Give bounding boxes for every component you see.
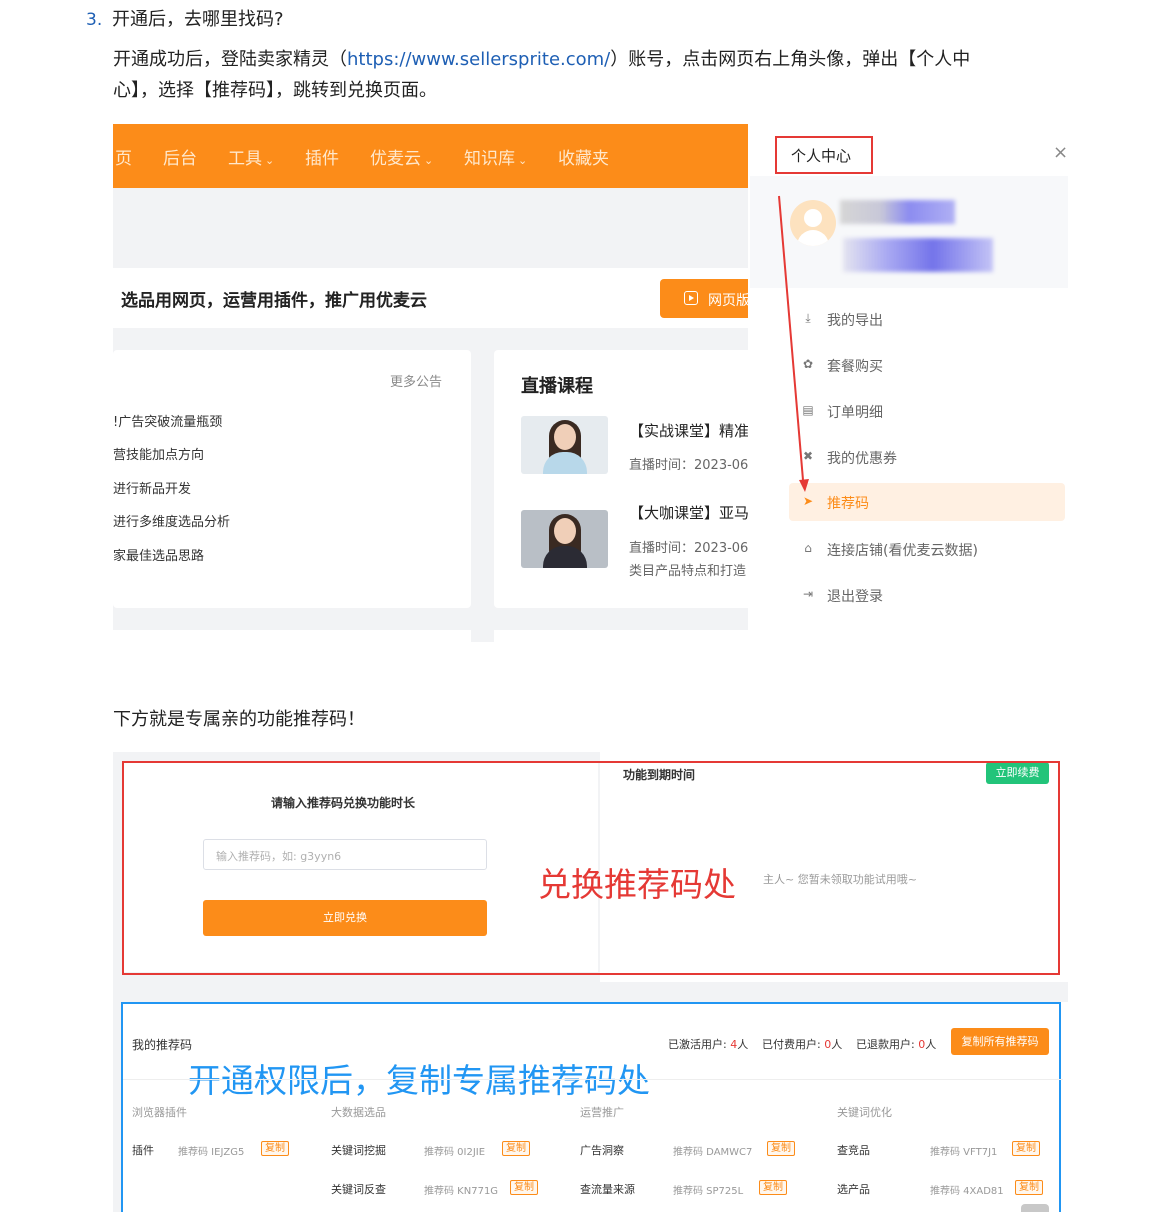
category-big-data: 大数据选品 (331, 1106, 386, 1119)
feature-name: 插件 (132, 1144, 154, 1157)
copy-all-codes-button[interactable]: 复制所有推荐码 (951, 1028, 1049, 1055)
annotation-redeem: 兑换推荐码处 (538, 865, 736, 904)
referral-code: 推荐码 VFT7J1 (930, 1147, 998, 1158)
feature-name: 查竞品 (837, 1144, 870, 1157)
step-number: 3. (86, 10, 103, 30)
stat-refunded: 已退款用户: 0人 (856, 1038, 937, 1051)
feature-name: 关键词反查 (331, 1183, 386, 1196)
para1-after-link: ）账号，点击网页右上角头像，弹出【个人中 (610, 49, 971, 70)
screenshot-personal-center: 页 后台 工具 ⌄ 插件 优麦云 ⌄ 知识库 ⌄ 收藏夹 选品用网页，运营用插件，推广… (113, 124, 1068, 642)
category-browser-plugin: 浏览器插件 (132, 1106, 187, 1119)
step-heading-line: 3. 开通后，去哪里找码? (86, 4, 284, 36)
stat-activated: 已激活用户: 4人 (668, 1038, 749, 1051)
copy-button[interactable]: 复制 (1015, 1180, 1043, 1195)
step-heading: 开通后，去哪里找码? (111, 9, 284, 30)
feature-name: 关键词挖掘 (331, 1144, 386, 1157)
copy-button[interactable]: 复制 (261, 1141, 289, 1156)
copy-button[interactable]: 复制 (502, 1141, 530, 1156)
arrow-line (778, 195, 804, 481)
copy-button[interactable]: 复制 (510, 1180, 538, 1195)
screenshot-referral-page: 请输入推荐码兑换功能时长 输入推荐码，如: g3yyn6 立即兑换 功能到期时间… (113, 752, 1068, 1212)
referral-code: 推荐码 0I2JIE (424, 1147, 486, 1158)
category-keyword: 关键词优化 (837, 1106, 892, 1119)
category-operations: 运营推广 (580, 1106, 624, 1119)
instruction-paragraph-line2: 心】，选择【推荐码】，跳转到兑换页面。 (113, 80, 437, 101)
my-codes-title: 我的推荐码 (132, 1038, 193, 1052)
referral-code: 推荐码 4XAD81 (930, 1186, 1004, 1197)
annotation-arrow (778, 195, 809, 492)
stat-paid: 已付费用户: 0人 (762, 1038, 843, 1051)
referral-code: 推荐码 SP725L (673, 1186, 744, 1197)
copy-button[interactable]: 复制 (767, 1141, 795, 1156)
instruction-paragraph-2: 下方就是专属亲的功能推荐码！ (113, 709, 365, 730)
instruction-paragraph: 开通成功后，登陆卖家精灵（https://www.sellersprite.co… (113, 44, 970, 75)
scrollbar-thumb[interactable] (1021, 1204, 1049, 1212)
feature-name: 选产品 (837, 1183, 870, 1196)
feature-name: 广告洞察 (580, 1144, 624, 1157)
copy-button[interactable]: 复制 (1012, 1141, 1040, 1156)
referral-code: 推荐码 KN771G (424, 1186, 499, 1197)
referral-code: 推荐码 IEJZG5 (178, 1147, 245, 1158)
divider (123, 1079, 1063, 1080)
annotation-copy-codes: 开通权限后，复制专属推荐码处 (188, 1061, 650, 1100)
para1-before-link: 开通成功后，登陆卖家精灵（ (113, 49, 347, 70)
copy-button[interactable]: 复制 (759, 1180, 787, 1195)
sellersprite-link[interactable]: https://www.sellersprite.com/ (347, 49, 610, 70)
arrow-head (799, 479, 809, 492)
referral-code: 推荐码 DAMWC7 (673, 1147, 753, 1158)
feature-name: 查流量来源 (580, 1183, 635, 1196)
